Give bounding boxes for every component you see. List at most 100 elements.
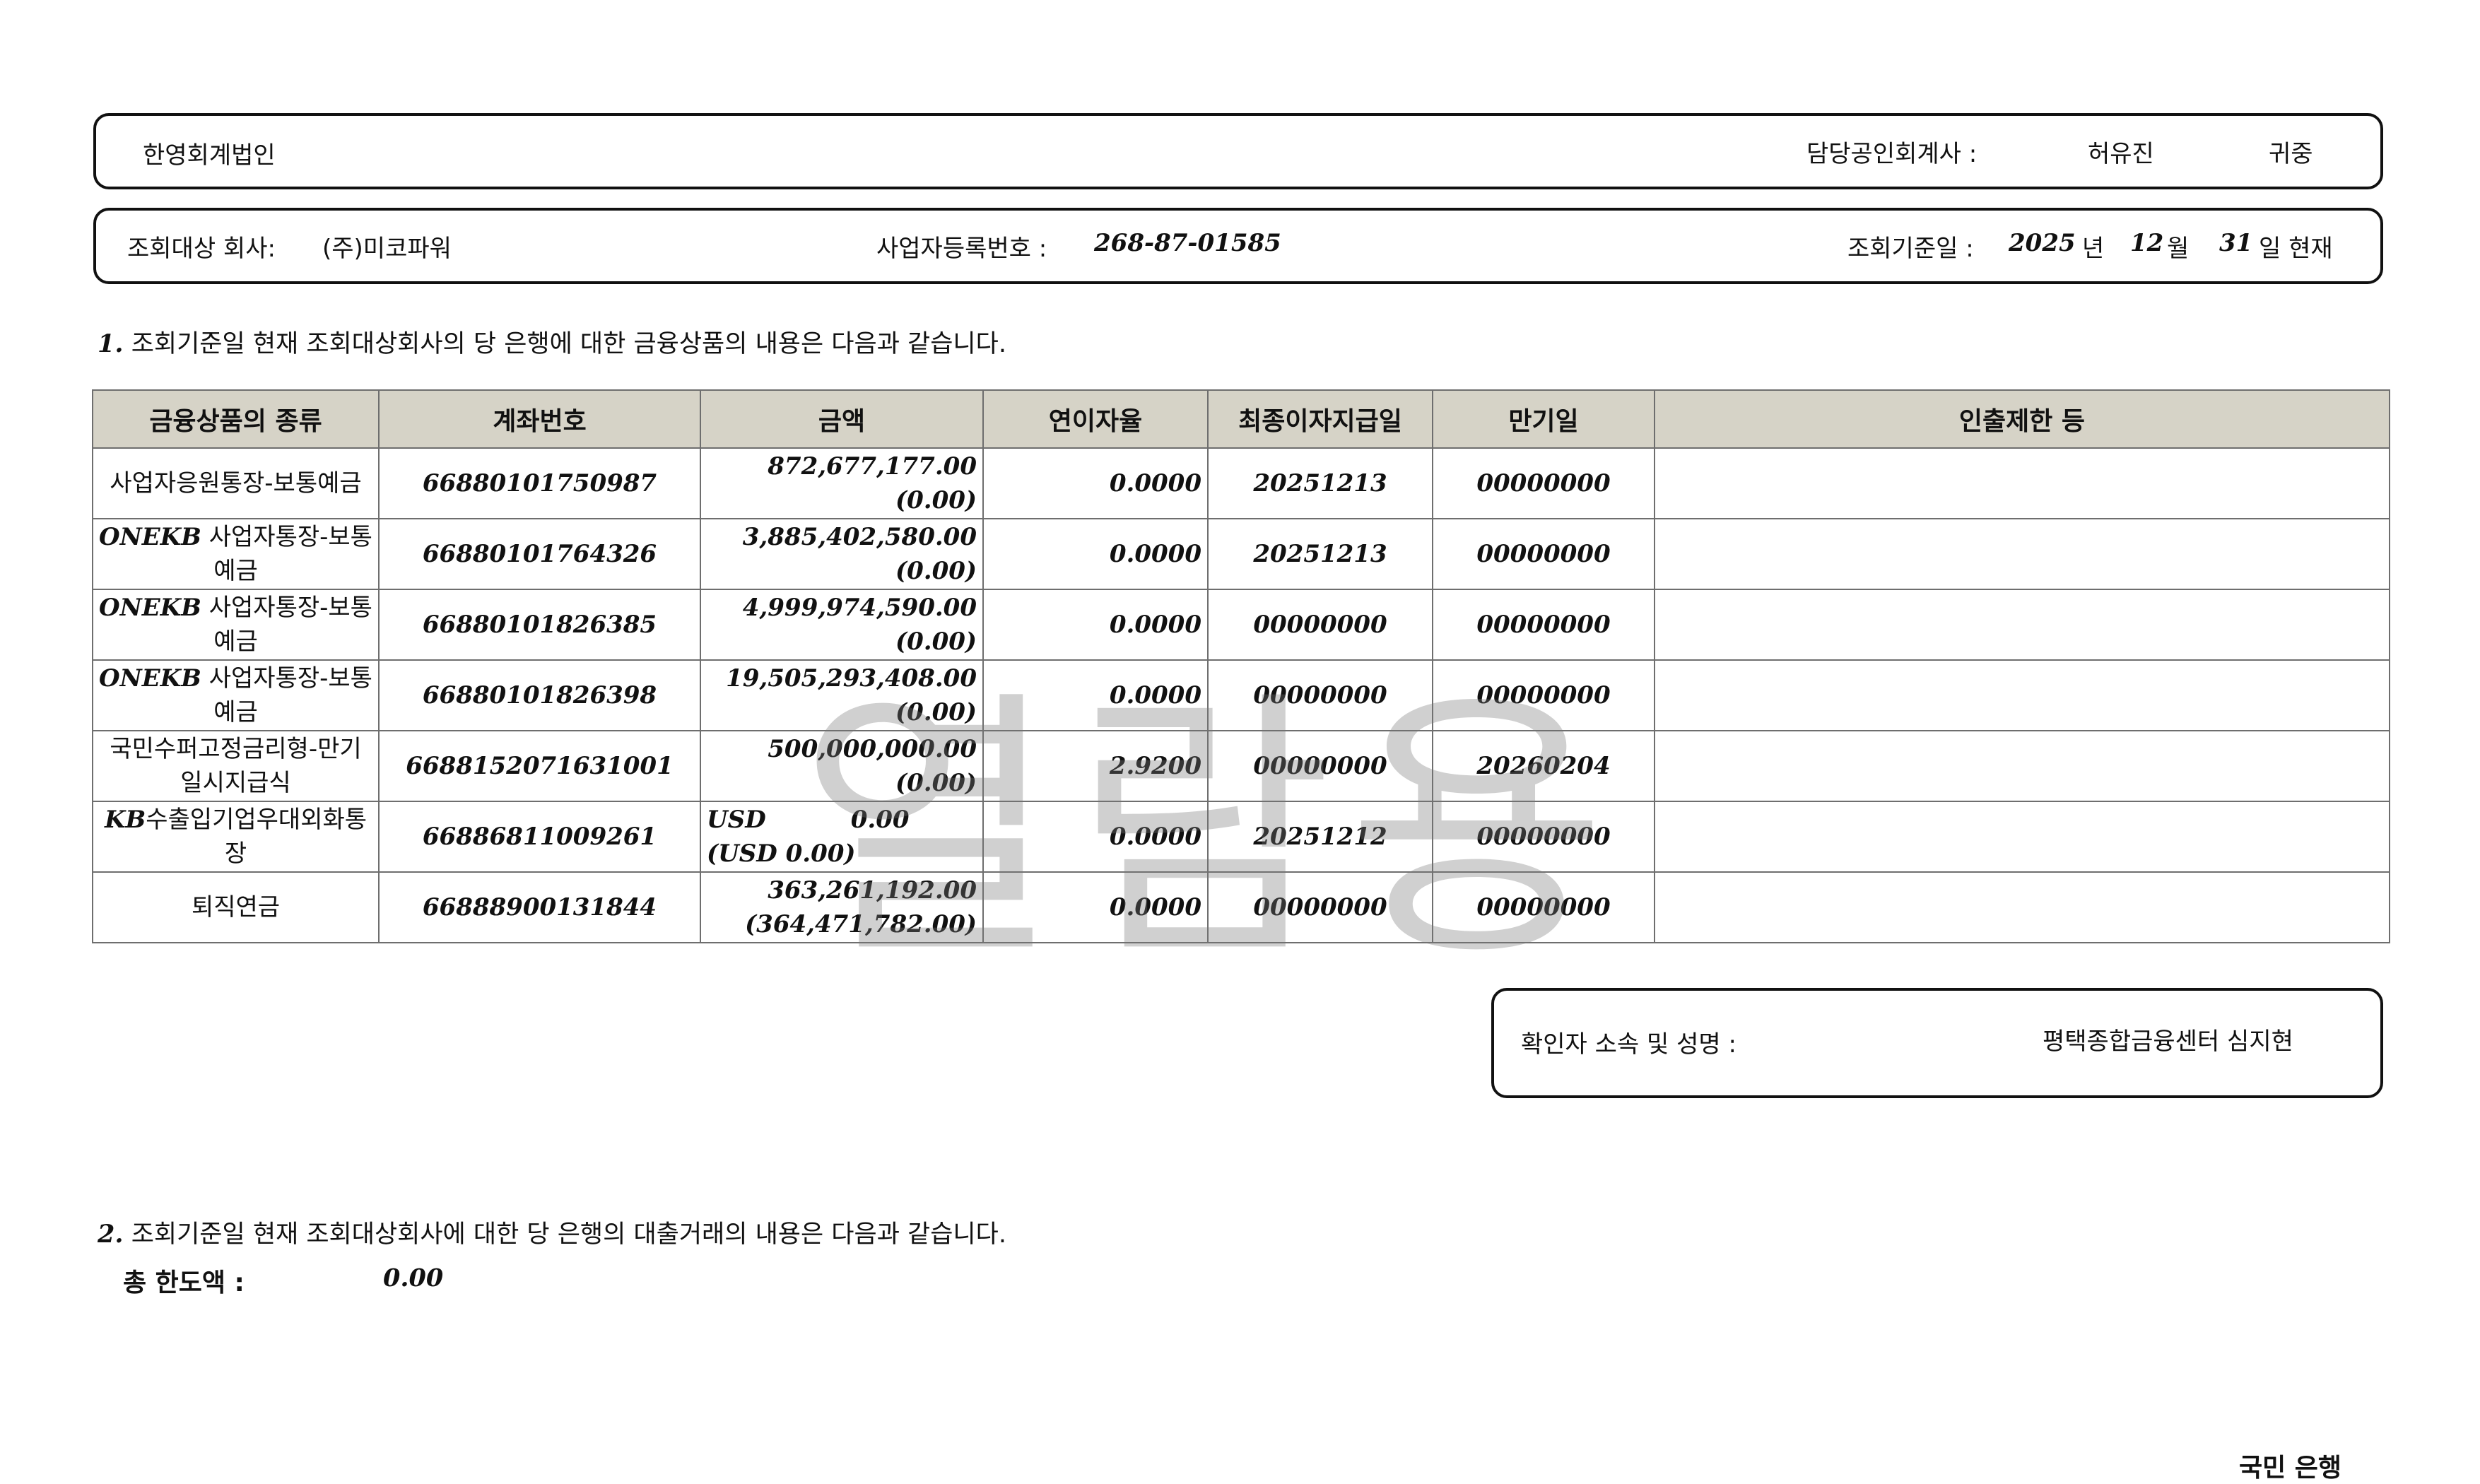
section-2-number: 2. (98, 1220, 124, 1249)
cell-account: 66886811009261 (378, 801, 701, 873)
cell-account: 66880101764326 (378, 518, 701, 590)
date-day-unit: 일 현재 (2259, 235, 2333, 263)
cell-account: 66888900131844 (378, 871, 701, 943)
table-row: ONEKB 사업자통장-보통예금 66880101826398 19,505,2… (92, 659, 2390, 731)
cell-kind: 국민수퍼고정금리형-만기일시지급식 (92, 730, 380, 802)
cell-restriction (1654, 589, 2390, 661)
cell-last-interest: 00000000 (1207, 871, 1433, 943)
honorific: 귀중 (2269, 140, 2313, 168)
cell-account: 66880101826398 (378, 659, 701, 731)
currency-code: USD (707, 806, 766, 834)
cell-last-interest: 00000000 (1207, 589, 1433, 661)
cell-rate: 0.0000 (982, 801, 1209, 873)
kind-text: 퇴직연금 (191, 893, 281, 921)
date-year: 2025 (2009, 229, 2076, 257)
cell-last-interest: 20251213 (1207, 518, 1433, 590)
company-name: (주)미코파워 (322, 235, 452, 263)
kind-text: 수출입기업우대외화통장 (146, 806, 368, 868)
cell-maturity: 00000000 (1432, 801, 1655, 873)
cell-amount: 19,505,293,408.00 (0.00) (700, 659, 984, 731)
loan-limit-value: 0.00 (383, 1264, 444, 1292)
date-month: 12 (2130, 229, 2164, 257)
cell-rate: 2.9200 (982, 730, 1209, 802)
confirm-name: 평택종합금융센터 심지현 (2043, 1027, 2293, 1056)
kind-prefix: ONEKB (99, 523, 201, 551)
confirmation-box: 확인자 소속 및 성명 : 평택종합금융센터 심지현 (1491, 988, 2383, 1098)
table-header-row: 금융상품의 종류 계좌번호 금액 연이자율 최종이자지급일 만기일 인출제한 등 (92, 389, 2390, 449)
cell-restriction (1654, 659, 2390, 731)
date-label: 조회기준일 : (1847, 235, 1974, 263)
table-row: 사업자응원통장-보통예금 66880101750987 872,677,177.… (92, 447, 2390, 519)
cell-maturity: 00000000 (1432, 518, 1655, 590)
cell-restriction (1654, 801, 2390, 873)
date-day: 31 (2219, 229, 2253, 257)
cell-maturity: 20260204 (1432, 730, 1655, 802)
cell-account: 66880101826385 (378, 589, 701, 661)
cell-kind: ONEKB 사업자통장-보통예금 (92, 518, 380, 590)
cell-last-interest: 00000000 (1207, 659, 1433, 731)
loan-limit-label: 총 한도액 : (123, 1268, 245, 1297)
audit-firm-name: 한영회계법인 (143, 141, 276, 170)
company-info-box: 조회대상 회사: (주)미코파워 사업자등록번호 : 268-87-01585 … (93, 208, 2383, 284)
section-2-text: 조회기준일 현재 조회대상회사에 대한 당 은행의 대출거래의 내용은 다음과 … (131, 1220, 1006, 1249)
regno-label: 사업자등록번호 : (876, 235, 1047, 263)
cell-account: 66880101750987 (378, 447, 701, 519)
cell-last-interest: 00000000 (1207, 730, 1433, 802)
header-maturity: 만기일 (1432, 389, 1655, 449)
cell-amount: 872,677,177.00 (0.00) (700, 447, 984, 519)
cell-amount: 3,885,402,580.00 (0.00) (700, 518, 984, 590)
cell-maturity: 00000000 (1432, 447, 1655, 519)
bank-name: 국민 은행 (2239, 1454, 2342, 1483)
table-row: KB수출입기업우대외화통장 66886811009261 USD 0.00 (US… (92, 801, 2390, 873)
date-month-unit: 월 (2167, 235, 2190, 263)
auditor-header-box: 한영회계법인 담당공인회계사 : 허유진 귀중 (93, 113, 2383, 189)
table-row: 퇴직연금 66888900131844 363,261,192.00 (364,… (92, 871, 2390, 943)
cell-rate: 0.0000 (982, 659, 1209, 731)
regno-value: 268-87-01585 (1094, 229, 1281, 257)
table-row: ONEKB 사업자통장-보통예금 66880101764326 3,885,40… (92, 518, 2390, 590)
section-1-text: 조회기준일 현재 조회대상회사의 당 은행에 대한 금융상품의 내용은 다음과 … (131, 330, 1006, 358)
header-kind: 금융상품의 종류 (92, 389, 380, 449)
kind-prefix: ONEKB (99, 594, 201, 622)
cell-maturity: 00000000 (1432, 589, 1655, 661)
date-year-unit: 년 (2082, 235, 2105, 263)
table-row: ONEKB 사업자통장-보통예금 66880101826385 4,999,97… (92, 589, 2390, 661)
cpa-name: 허유진 (2088, 140, 2154, 168)
cell-account: 6688152071631001 (378, 730, 701, 802)
cell-restriction (1654, 730, 2390, 802)
kind-text: 사업자통장-보통예금 (201, 594, 372, 656)
kind-prefix: ONEKB (99, 664, 201, 693)
header-rate: 연이자율 (982, 389, 1209, 449)
cell-kind: 사업자응원통장-보통예금 (92, 447, 380, 519)
cell-restriction (1654, 871, 2390, 943)
cell-amount: 363,261,192.00 (364,471,782.00) (700, 871, 984, 943)
company-label: 조회대상 회사: (127, 235, 276, 263)
kind-text: 사업자통장-보통예금 (201, 664, 372, 726)
cell-kind: KB수출입기업우대외화통장 (92, 801, 380, 873)
cell-amount: 500,000,000.00 (0.00) (700, 730, 984, 802)
section-2-heading: 2. 조회기준일 현재 조회대상회사에 대한 당 은행의 대출거래의 내용은 다… (98, 1214, 1006, 1250)
table-row: 국민수퍼고정금리형-만기일시지급식 6688152071631001 500,0… (92, 730, 2390, 802)
cell-amount: 4,999,974,590.00 (0.00) (700, 589, 984, 661)
cell-kind: 퇴직연금 (92, 871, 380, 943)
cell-restriction (1654, 518, 2390, 590)
cell-kind: ONEKB 사업자통장-보통예금 (92, 659, 380, 731)
section-1-heading: 1. 조회기준일 현재 조회대상회사의 당 은행에 대한 금융상품의 내용은 다… (98, 324, 1006, 360)
section-1-number: 1. (98, 329, 124, 358)
kind-text: 사업자응원통장-보통예금 (110, 469, 362, 497)
kind-text: 국민수퍼고정금리형-만기일시지급식 (110, 735, 362, 797)
header-amount: 금액 (700, 389, 984, 449)
cell-rate: 0.0000 (982, 518, 1209, 590)
cell-rate: 0.0000 (982, 447, 1209, 519)
cell-maturity: 00000000 (1432, 659, 1655, 731)
financial-products-table: 금융상품의 종류 계좌번호 금액 연이자율 최종이자지급일 만기일 인출제한 등… (92, 389, 2390, 943)
cell-restriction (1654, 447, 2390, 519)
cpa-label: 담당공인회계사 : (1806, 140, 1977, 168)
cell-last-interest: 20251212 (1207, 801, 1433, 873)
cell-last-interest: 20251213 (1207, 447, 1433, 519)
header-restriction: 인출제한 등 (1654, 389, 2390, 449)
confirm-label: 확인자 소속 및 성명 : (1521, 1030, 1736, 1059)
cell-maturity: 00000000 (1432, 871, 1655, 943)
cell-amount: USD 0.00 (USD 0.00) (700, 801, 984, 873)
kind-prefix: KB (104, 806, 146, 834)
